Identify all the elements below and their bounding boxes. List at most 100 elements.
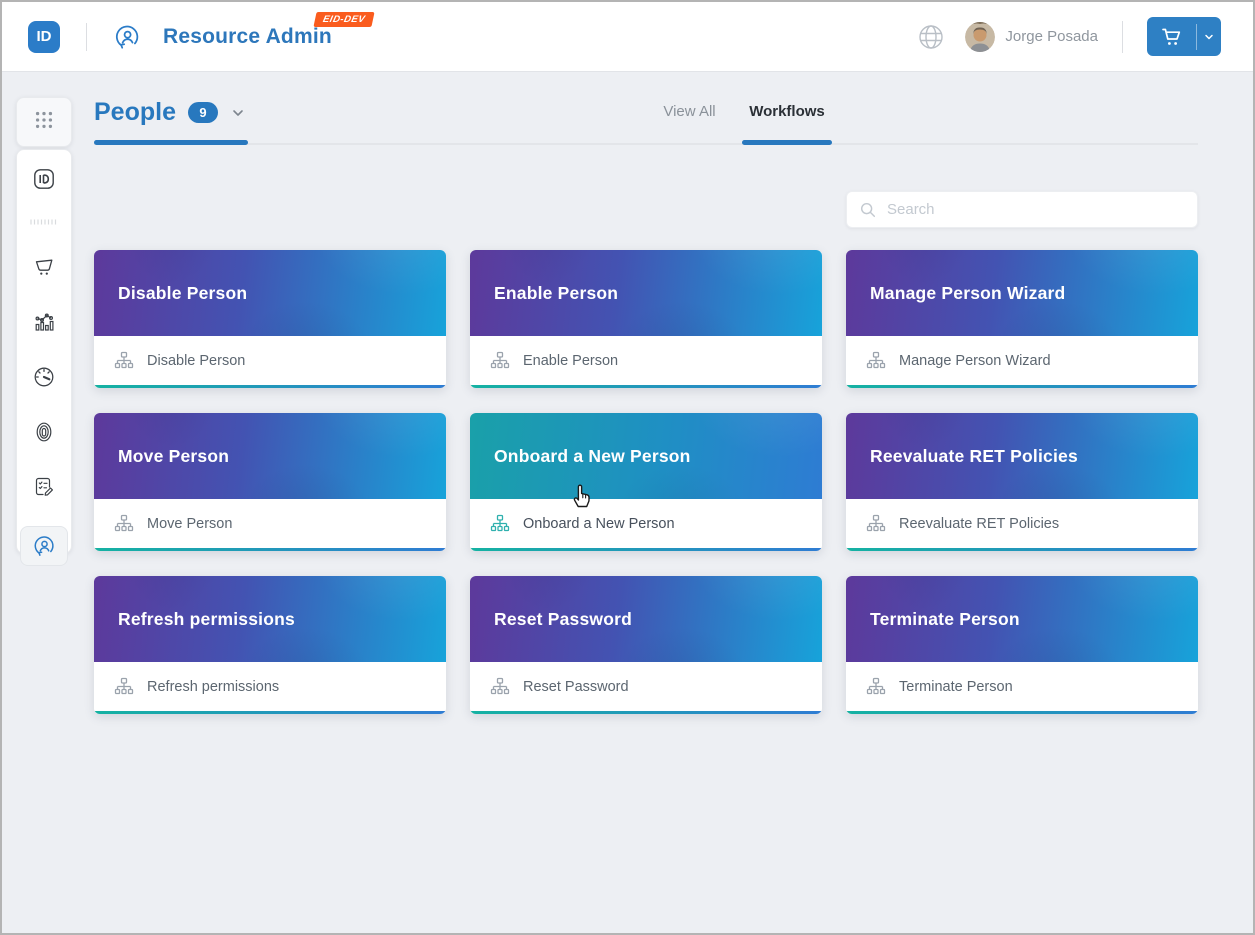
environment-badge: EID-DEV (313, 12, 374, 27)
cards-grid: Disable Person Disable Person Enable Per… (94, 250, 1198, 714)
card-title: Onboard a New Person (494, 446, 691, 467)
resource-admin-app: { "header": { "logo_text": "ID", "title"… (0, 0, 1255, 935)
workflow-card-footer: Reset Password (470, 662, 822, 711)
header-divider (1122, 21, 1123, 53)
workflow-card[interactable]: Move Person Move Person (94, 413, 446, 551)
workflow-card-header: Refresh permissions (94, 576, 446, 662)
card-workflow-label: Enable Person (523, 353, 618, 369)
tab-view-all[interactable]: View All (657, 103, 722, 120)
search-icon (859, 201, 877, 219)
cart-split-button[interactable] (1147, 17, 1221, 56)
category-dropdown[interactable]: People 9 (94, 98, 246, 127)
category-active-underline (94, 140, 248, 145)
workflow-card-header: Reevaluate RET Policies (846, 413, 1198, 499)
sitemap-icon (866, 514, 886, 534)
apps-grid-icon (33, 109, 55, 136)
card-workflow-label: Terminate Person (899, 679, 1013, 695)
sitemap-icon (114, 351, 134, 371)
workflow-card[interactable]: Reset Password Reset Password (470, 576, 822, 714)
workflow-card-footer: Onboard a New Person (470, 499, 822, 548)
resource-admin-icon (113, 23, 141, 51)
sitemap-icon (114, 514, 134, 534)
sidebar-item-resource-admin[interactable] (20, 526, 68, 566)
workflow-card[interactable]: Reevaluate RET Policies Reevaluate RET P… (846, 413, 1198, 551)
card-bottom-accent (846, 385, 1198, 388)
sitemap-icon (490, 677, 510, 697)
workflow-card-footer: Move Person (94, 499, 446, 548)
sitemap-icon (866, 677, 886, 697)
workflow-card-header: Move Person (94, 413, 446, 499)
company-logo[interactable]: ID (28, 21, 60, 53)
cart-icon[interactable] (1147, 26, 1196, 48)
header-divider (86, 23, 87, 51)
search-box (846, 191, 1198, 228)
card-title: Manage Person Wizard (870, 283, 1065, 304)
card-title: Terminate Person (870, 609, 1020, 630)
workflow-card-header: Onboard a New Person (470, 413, 822, 499)
workflow-card[interactable]: Disable Person Disable Person (94, 250, 446, 388)
workflow-card-footer: Enable Person (470, 336, 822, 385)
card-bottom-accent (470, 385, 822, 388)
sidebar-rail (16, 149, 72, 554)
chevron-down-icon (230, 105, 246, 121)
card-workflow-label: Reevaluate RET Policies (899, 516, 1059, 532)
chevron-down-icon[interactable] (1197, 31, 1221, 43)
card-title: Enable Person (494, 283, 618, 304)
card-title: Reset Password (494, 609, 632, 630)
card-workflow-label: Refresh permissions (147, 679, 279, 695)
workflow-card-footer: Manage Person Wizard (846, 336, 1198, 385)
user-name: Jorge Posada (1005, 28, 1098, 45)
sidebar-item-mini-dashes[interactable] (24, 206, 64, 237)
tabs-divider (94, 143, 1198, 145)
card-workflow-label: Move Person (147, 516, 232, 532)
sidebar-apps-launcher[interactable] (16, 97, 72, 147)
sitemap-icon (490, 514, 510, 534)
workflow-card-footer: Refresh permissions (94, 662, 446, 711)
workflow-card-header: Terminate Person (846, 576, 1198, 662)
count-badge: 9 (188, 102, 218, 123)
workflow-card-header: Reset Password (470, 576, 822, 662)
sitemap-icon (490, 351, 510, 371)
card-bottom-accent (94, 548, 446, 551)
app-header: ID Resource Admin EID-DEV (2, 2, 1253, 72)
card-bottom-accent (470, 711, 822, 714)
header-right: Jorge Posada (917, 17, 1253, 56)
workflow-card[interactable]: Refresh permissions Refresh permissions (94, 576, 446, 714)
sitemap-icon (114, 677, 134, 697)
workflow-card-footer: Terminate Person (846, 662, 1198, 711)
workflow-card[interactable]: Manage Person Wizard Manage Person Wizar… (846, 250, 1198, 388)
user-avatar[interactable] (965, 22, 995, 52)
sitemap-icon (866, 351, 886, 371)
card-title: Refresh permissions (118, 609, 295, 630)
sidebar-item-cart[interactable] (24, 251, 64, 282)
card-workflow-label: Onboard a New Person (523, 516, 675, 532)
card-title: Reevaluate RET Policies (870, 446, 1078, 467)
card-title: Move Person (118, 446, 229, 467)
card-workflow-label: Reset Password (523, 679, 629, 695)
workflow-card-footer: Disable Person (94, 336, 446, 385)
page-app-title: Resource Admin (163, 25, 332, 49)
card-workflow-label: Manage Person Wizard (899, 353, 1051, 369)
card-bottom-accent (94, 711, 446, 714)
card-bottom-accent (94, 385, 446, 388)
workflow-card[interactable]: Terminate Person Terminate Person (846, 576, 1198, 714)
tab-workflows[interactable]: Workflows (742, 103, 832, 120)
tab-active-underline (742, 140, 832, 145)
sidebar-item-task-edit[interactable] (24, 471, 64, 502)
search-input[interactable] (887, 201, 1185, 218)
workflow-card[interactable]: Enable Person Enable Person (470, 250, 822, 388)
card-bottom-accent (846, 548, 1198, 551)
language-globe-icon[interactable] (917, 23, 945, 51)
sidebar-item-id-card[interactable] (24, 163, 64, 194)
page-title: People (94, 98, 176, 127)
sidebar-item-analytics[interactable] (24, 306, 64, 337)
card-bottom-accent (470, 548, 822, 551)
sidebar-item-gauge[interactable] (24, 361, 64, 392)
card-title: Disable Person (118, 283, 247, 304)
card-workflow-label: Disable Person (147, 353, 245, 369)
sidebar-item-fingerprint[interactable] (24, 416, 64, 447)
card-bottom-accent (846, 711, 1198, 714)
workflow-card-header: Manage Person Wizard (846, 250, 1198, 336)
workflow-card[interactable]: Onboard a New Person Onboard a New Perso… (470, 413, 822, 551)
workflow-card-footer: Reevaluate RET Policies (846, 499, 1198, 548)
